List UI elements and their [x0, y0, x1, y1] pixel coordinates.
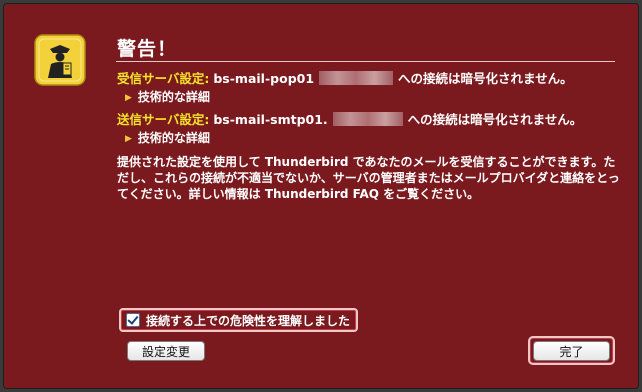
incoming-server-label: 受信サーバ設定:	[117, 71, 210, 86]
disclosure-triangle-icon: ▶	[125, 93, 132, 103]
security-warning-dialog: 警告！ 受信サーバ設定: bs-mail-pop01 への接続は暗号化されません…	[3, 3, 639, 389]
outgoing-technical-details[interactable]: ▶ 技術的な詳細	[125, 129, 210, 146]
outgoing-server-label: 送信サーバ設定:	[117, 112, 210, 127]
info-paragraph: 提供された設定を使用して Thunderbird であなたのメールを受信すること…	[117, 155, 620, 201]
technical-details-label: 技術的な詳細	[137, 90, 210, 104]
checkbox-checked-icon[interactable]	[126, 313, 140, 327]
technical-details-label: 技術的な詳細	[137, 131, 210, 145]
disclosure-triangle-icon: ▶	[125, 134, 132, 144]
outgoing-server-host: bs-mail-smtp01.	[213, 112, 328, 127]
redacted-domain	[332, 112, 403, 126]
change-settings-button[interactable]: 設定変更	[127, 341, 205, 361]
outgoing-server-warning: への接続は暗号化されません。	[407, 112, 583, 127]
incoming-server-warning: への接続は暗号化されません。	[398, 71, 573, 86]
understand-risk-label: 接続する上での危険性を理解しました	[146, 313, 351, 328]
title-divider	[116, 61, 615, 62]
dialog-title: 警告！	[117, 38, 178, 60]
incoming-server-line: 受信サーバ設定: bs-mail-pop01 への接続は暗号化されません。	[117, 68, 573, 87]
understand-risk-checkbox[interactable]: 接続する上での危険性を理解しました	[119, 308, 359, 332]
incoming-server-host: bs-mail-pop01	[213, 71, 315, 86]
warning-officer-icon	[34, 34, 86, 86]
redacted-domain	[319, 71, 394, 85]
incoming-technical-details[interactable]: ▶ 技術的な詳細	[125, 88, 210, 105]
done-button[interactable]: 完了	[533, 341, 610, 361]
outgoing-server-line: 送信サーバ設定: bs-mail-smtp01. への接続は暗号化されません。	[117, 109, 582, 128]
